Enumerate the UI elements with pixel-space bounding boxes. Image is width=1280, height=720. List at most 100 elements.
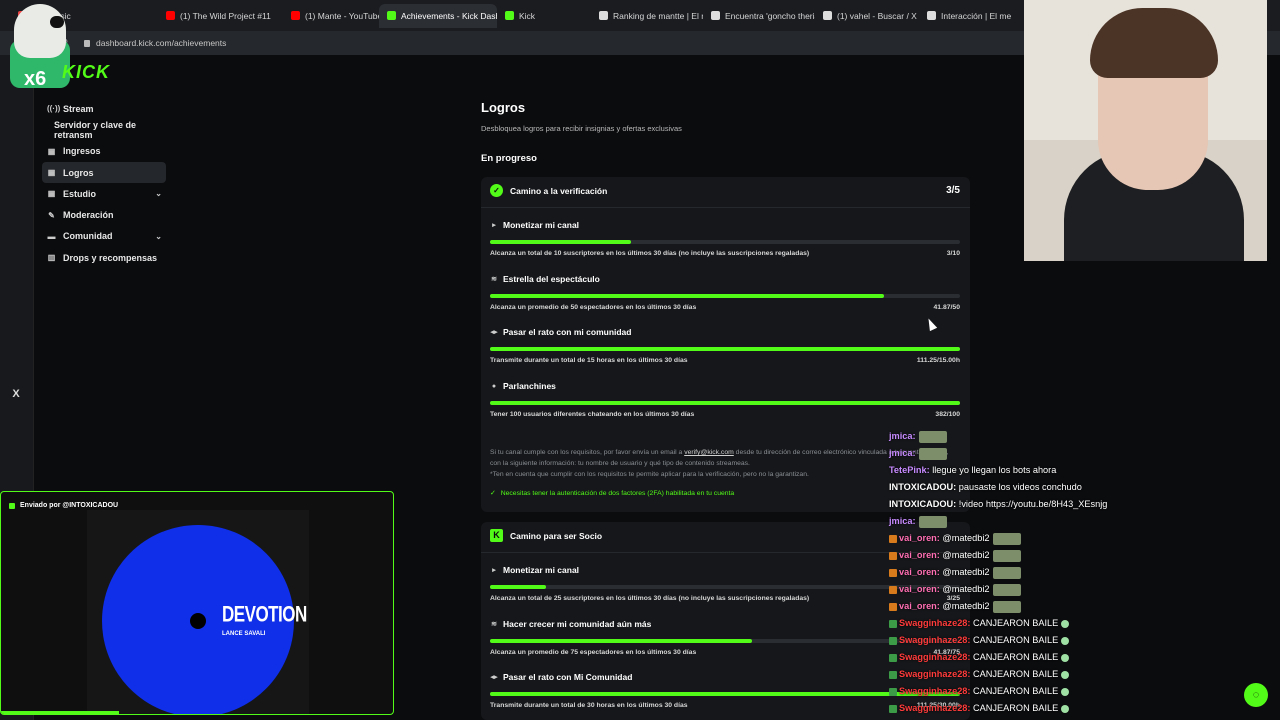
card-title: Camino a la verificación — [510, 185, 608, 196]
overlay-badge: x6 — [24, 68, 47, 90]
card-title: Camino para ser Socio — [510, 530, 603, 541]
tab-favicon-icon — [927, 11, 936, 20]
sidebar-item-label: Ingresos — [63, 146, 101, 157]
task-title: ▸ Monetizar mi canal — [490, 220, 960, 230]
chat-message: Swagginhaze28: CANJEARON BAILE — [889, 666, 1149, 683]
sidebar-item-estudio[interactable]: ▦ Estudio ⌄ — [42, 183, 166, 204]
task-title-text: Hacer crecer mi comunidad aún más — [503, 618, 652, 629]
chat-username: TetePink: — [889, 465, 930, 475]
chat-username: INTOXICADOU: — [889, 482, 957, 492]
mod-badge-icon — [889, 551, 897, 560]
community-icon: ▬ — [47, 231, 56, 241]
sub-badge-icon — [889, 636, 897, 645]
music-request-widget: DEVOTION LANCE SAVALI Enviado por @INTOX… — [0, 491, 394, 715]
chat-message: Swagginhaze28: CANJEARON BAILE — [889, 649, 1149, 666]
chat-text: CANJEARON BAILE — [970, 686, 1059, 696]
tab-label: (1) The Wild Project #11 — [180, 10, 271, 21]
task-details: Tener 100 usuarios diferentes chateando … — [490, 411, 960, 418]
sidebar-item-label: Logros — [63, 167, 94, 178]
mod-badge-icon — [889, 568, 897, 577]
chat-message: Swagginhaze28: CANJEARON BAILE — [889, 632, 1149, 649]
sidebar-item-logros[interactable]: ▦ Logros — [42, 161, 166, 184]
chevron-down-icon[interactable]: ⌄ — [155, 189, 162, 198]
chat-message: TetePink: llegue yo llegan los bots ahor… — [889, 462, 1149, 479]
requirement-2fa: ✓ Necesitas tener la autenticación de do… — [490, 489, 735, 498]
task-title-text: Parlanchines — [503, 381, 556, 392]
note-disclaimer: *Ten en cuenta que cumplir con los requi… — [490, 471, 809, 478]
sub-badge-icon — [889, 670, 897, 679]
chat-username: vai_oren: — [899, 601, 940, 611]
sidebar-item-moderación[interactable]: ✎ Moderación — [42, 204, 166, 225]
sent-by-label: Enviado por @INTOXICADOU — [9, 502, 118, 509]
task-details: Transmite durante un total de 15 horas e… — [490, 357, 960, 364]
task-title-text: Estrella del espectáculo — [503, 273, 600, 284]
emoji-icon — [1061, 687, 1070, 696]
achievement-task: ◂▸ Pasar el rato con mi comunidad Transmit… — [490, 327, 960, 364]
browser-tab[interactable]: Ranking de mantte | El m — [591, 4, 703, 28]
browser-tab[interactable]: Encuentra 'goncho therian' — [703, 4, 815, 28]
tab-label: (1) Mante - YouTube — [305, 10, 379, 21]
chat-username: jmica: — [889, 448, 916, 458]
task-description: Alcanza un total de 25 suscriptores en l… — [490, 595, 810, 602]
sidebar-item-comunidad[interactable]: ▬ Comunidad ⌄ — [42, 226, 166, 247]
money-icon: ▦ — [47, 146, 56, 156]
browser-tab[interactable]: Interacción | El me — [919, 4, 1039, 28]
chat-message: Swagginhaze28: CANJEARON BAILE — [889, 683, 1149, 700]
sidebar-item-label: Servidor y clave de retransm — [54, 119, 137, 140]
verify-email-link[interactable]: verify@kick.com — [684, 449, 734, 456]
requirement-text: Necesitas tener la autenticación de dos … — [500, 489, 735, 497]
tab-label: Ranking de mantte | El m — [613, 10, 703, 21]
gift-icon: ▥ — [47, 253, 56, 263]
lock-icon — [84, 39, 90, 47]
streamer-hair — [1090, 8, 1218, 78]
card-header[interactable]: ✓ Camino a la verificación 3/5 — [490, 184, 960, 197]
mod-badge-icon — [889, 534, 897, 543]
section-title: En progreso — [481, 153, 537, 164]
chat-message: jmica: — [889, 513, 1149, 530]
chat-text: @matedbi2 — [939, 601, 990, 611]
browser-tab[interactable]: (1) vahel - Buscar / X — [815, 4, 919, 28]
tab-favicon-icon — [823, 11, 832, 20]
url-field[interactable]: dashboard.kick.com/achievements — [84, 38, 226, 48]
broadcast-icon: ◂▸ — [490, 674, 498, 682]
tab-favicon-icon — [711, 11, 720, 20]
song-title: DEVOTION — [222, 602, 307, 627]
sidebar-item-label: Moderación — [63, 210, 114, 221]
sidebar-item-label: Estudio — [63, 188, 96, 199]
task-title-text: Pasar el rato con Mi Comunidad — [503, 672, 633, 683]
task-title-text: Pasar el rato con mi comunidad — [503, 327, 632, 338]
browser-tab[interactable]: (1) Mante - YouTube — [283, 4, 379, 28]
sidebar-item-servidor[interactable]: Servidor y clave de retransm — [42, 119, 166, 140]
emote-icon — [918, 447, 947, 460]
sidebar-item-label: Drops y recompensas — [63, 252, 158, 263]
task-title-text: Monetizar mi canal — [503, 565, 580, 575]
chat-message: jmica: — [889, 428, 1149, 445]
tab-label: Kick — [519, 10, 536, 21]
sidebar-item-ingresos[interactable]: ▦ Ingresos — [42, 141, 166, 162]
chat-text: CANJEARON BAILE — [970, 669, 1059, 679]
note-text: Si tu canal cumple con los requisitos, p… — [490, 449, 685, 456]
x-icon[interactable]: X — [10, 388, 22, 400]
star-icon: ≋ — [491, 275, 497, 283]
sidebar-item-drops[interactable]: ▥ Drops y recompensas — [42, 247, 166, 268]
sidebar-item-stream[interactable]: ((·)) Stream — [42, 98, 166, 119]
task-title: ≋ Estrella del espectáculo — [490, 274, 960, 284]
chat-text: CANJEARON BAILE — [970, 703, 1059, 713]
chat-message: Swagginhaze28: CANJEARON BAILE — [889, 700, 1149, 717]
screen: ube Music(1) The Wild Project #11(1) Man… — [0, 0, 1280, 720]
browser-tab[interactable]: Achievements - Kick Dash — [379, 3, 497, 28]
browser-tab[interactable]: Kick — [497, 4, 591, 28]
emote-icon — [992, 566, 1021, 579]
chat-bubble-button[interactable]: ◌ — [1244, 683, 1268, 707]
task-description: Transmite durante un total de 30 horas e… — [490, 702, 688, 710]
emote-icon — [992, 600, 1021, 613]
chat-text: @matedbi2 — [939, 584, 990, 594]
chat-username: vai_oren: — [899, 533, 940, 543]
chevron-down-icon[interactable]: ⌄ — [155, 232, 162, 241]
kick-logo[interactable]: KICK — [62, 62, 110, 83]
task-description: Alcanza un promedio de 75 espectadores e… — [490, 648, 697, 656]
progress-fill — [490, 293, 884, 298]
progress-bar — [490, 240, 960, 244]
browser-tab[interactable]: (1) The Wild Project #11 — [158, 4, 283, 28]
chat-text: pausaste los videos conchudo — [956, 482, 1082, 492]
